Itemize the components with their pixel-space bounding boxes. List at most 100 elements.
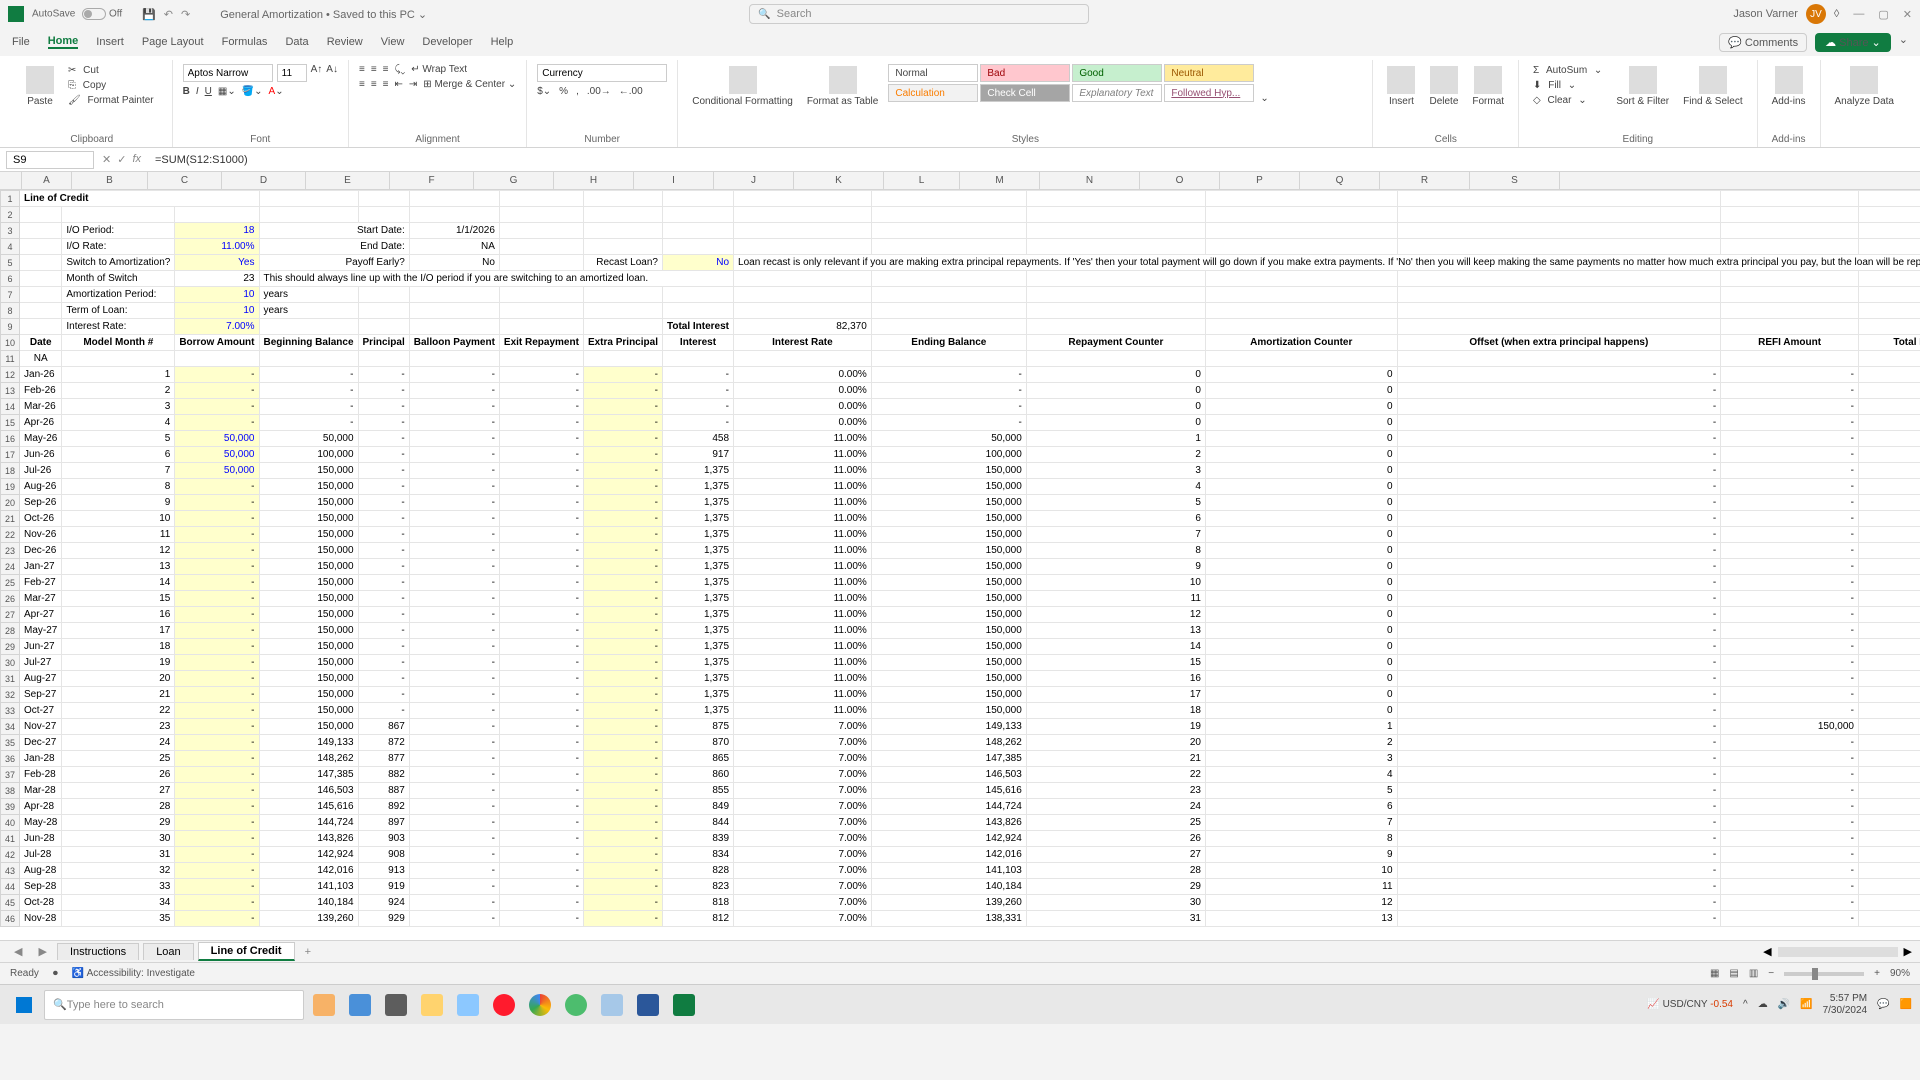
taskbar-word[interactable] — [632, 989, 664, 1021]
style-neutral[interactable]: Neutral — [1164, 64, 1254, 82]
qat-undo-icon[interactable]: ↶ — [164, 8, 173, 21]
border-button[interactable]: ▦⌄ — [218, 86, 236, 97]
accessibility-status[interactable]: ♿ Accessibility: Investigate — [72, 968, 195, 979]
taskbar-app-2[interactable] — [344, 989, 376, 1021]
user-name[interactable]: Jason Varner — [1733, 8, 1798, 20]
style-bad[interactable]: Bad — [980, 64, 1070, 82]
format-painter-button[interactable]: 🖌 Format Painter — [64, 94, 162, 107]
tab-data[interactable]: Data — [285, 36, 308, 48]
percent-format-icon[interactable]: % — [559, 86, 568, 97]
hscroll-left-icon[interactable]: ◀ — [1763, 945, 1771, 958]
taskbar-excel[interactable] — [668, 989, 700, 1021]
decrease-indent-icon[interactable]: ⇤ — [395, 79, 403, 90]
wrap-text-button[interactable]: ↵ Wrap Text — [411, 64, 467, 75]
comma-format-icon[interactable]: , — [576, 86, 579, 97]
tray-ticker[interactable]: 📈 USD/CNY -0.54 — [1647, 999, 1733, 1010]
collapse-ribbon-icon[interactable]: ⌄ — [1899, 33, 1908, 52]
clear-button[interactable]: ◇ Clear ⌄ — [1529, 94, 1606, 107]
align-right-icon[interactable]: ≡ — [383, 79, 389, 90]
hscroll-right-icon[interactable]: ▶ — [1904, 945, 1912, 958]
tab-insert[interactable]: Insert — [96, 36, 124, 48]
style-followed-hyperlink[interactable]: Followed Hyp... — [1164, 84, 1254, 102]
accounting-format-icon[interactable]: $⌄ — [537, 86, 551, 97]
new-sheet-icon[interactable]: + — [299, 946, 317, 958]
start-button[interactable] — [8, 989, 40, 1021]
analyze-data-button[interactable]: Analyze Data — [1831, 64, 1898, 109]
user-avatar[interactable]: JV — [1806, 4, 1826, 24]
italic-button[interactable]: I — [196, 86, 199, 97]
view-page-break-icon[interactable]: ▥ — [1749, 968, 1758, 979]
style-normal[interactable]: Normal — [888, 64, 978, 82]
view-normal-icon[interactable]: ▦ — [1710, 968, 1719, 979]
taskbar-app-3[interactable] — [380, 989, 412, 1021]
autosave-toggle[interactable] — [82, 8, 106, 20]
align-left-icon[interactable]: ≡ — [359, 79, 365, 90]
style-check-cell[interactable]: Check Cell — [980, 84, 1070, 102]
taskbar-app-8[interactable] — [560, 989, 592, 1021]
addins-button[interactable]: Add-ins — [1768, 64, 1810, 109]
taskbar-file-explorer[interactable] — [416, 989, 448, 1021]
comments-button[interactable]: 💬 Comments — [1719, 33, 1807, 52]
ribbon-display-icon[interactable]: ◊ — [1834, 8, 1839, 20]
font-name-select[interactable] — [183, 64, 273, 82]
font-color-button[interactable]: A⌄ — [269, 86, 284, 97]
increase-indent-icon[interactable]: ⇥ — [409, 79, 417, 90]
fill-color-button[interactable]: 🪣⌄ — [242, 86, 263, 97]
tab-page-layout[interactable]: Page Layout — [142, 36, 204, 48]
tab-view[interactable]: View — [381, 36, 405, 48]
style-explanatory[interactable]: Explanatory Text — [1072, 84, 1162, 102]
underline-button[interactable]: U — [205, 86, 212, 97]
tab-file[interactable]: File — [12, 36, 30, 48]
decrease-font-icon[interactable]: A↓ — [326, 64, 338, 82]
worksheet-table[interactable]: 1Line of Credit23I/O Period:18Start Date… — [0, 190, 1920, 927]
minimize-icon[interactable]: — — [1853, 8, 1864, 21]
align-center-icon[interactable]: ≡ — [371, 79, 377, 90]
zoom-level[interactable]: 90% — [1890, 968, 1910, 979]
sheet-tab-instructions[interactable]: Instructions — [57, 943, 139, 960]
taskbar-app-1[interactable] — [308, 989, 340, 1021]
format-as-table-button[interactable]: Format as Table — [803, 64, 883, 109]
taskbar-opera[interactable] — [488, 989, 520, 1021]
align-top-icon[interactable]: ≡ — [359, 64, 365, 75]
qat-save-icon[interactable]: 💾 — [142, 8, 156, 21]
format-cells-button[interactable]: Format — [1468, 64, 1508, 109]
styles-more-icon[interactable]: ⌄ — [1260, 93, 1268, 104]
tab-review[interactable]: Review — [327, 36, 363, 48]
close-icon[interactable]: ✕ — [1903, 8, 1912, 21]
sheet-tab-loan[interactable]: Loan — [143, 943, 193, 960]
document-name[interactable]: General Amortization • Saved to this PC … — [220, 8, 427, 21]
decrease-decimal-icon[interactable]: ←.00 — [619, 86, 643, 97]
tray-chevron-icon[interactable]: ^ — [1743, 999, 1748, 1010]
paste-button[interactable]: Paste — [22, 64, 58, 109]
zoom-slider[interactable] — [1784, 972, 1864, 976]
macro-record-icon[interactable]: ⏺ — [53, 968, 58, 979]
sheet-tab-line-of-credit[interactable]: Line of Credit — [198, 942, 295, 961]
maximize-icon[interactable]: ▢ — [1878, 8, 1888, 21]
tray-volume-icon[interactable]: 🔊 — [1778, 999, 1790, 1010]
share-button[interactable]: ☁ Share ⌄ — [1815, 33, 1891, 52]
bold-button[interactable]: B — [183, 86, 190, 97]
cancel-formula-icon[interactable]: ✕ — [102, 153, 111, 166]
tray-network-icon[interactable]: 📶 — [1800, 999, 1812, 1010]
find-select-button[interactable]: Find & Select — [1679, 64, 1746, 109]
horizontal-scrollbar[interactable] — [1778, 947, 1898, 957]
style-calculation[interactable]: Calculation — [888, 84, 978, 102]
fx-icon[interactable]: fx — [132, 153, 141, 166]
number-format-select[interactable] — [537, 64, 667, 82]
taskbar-chrome[interactable] — [524, 989, 556, 1021]
worksheet-grid[interactable]: ABCDEFGHIJKLMNOPQRS 1Line of Credit23I/O… — [0, 172, 1920, 940]
sort-filter-button[interactable]: Sort & Filter — [1612, 64, 1673, 109]
tray-clock[interactable]: 5:57 PM7/30/2024 — [1823, 993, 1868, 1017]
tab-help[interactable]: Help — [491, 36, 514, 48]
taskbar-app-5[interactable] — [452, 989, 484, 1021]
tab-developer[interactable]: Developer — [422, 36, 472, 48]
view-page-layout-icon[interactable]: ▤ — [1729, 968, 1738, 979]
taskbar-app-9[interactable] — [596, 989, 628, 1021]
sheet-nav-prev-icon[interactable]: ◀ — [8, 945, 28, 958]
orientation-icon[interactable]: ⤹⌄ — [395, 64, 406, 75]
qat-redo-icon[interactable]: ↷ — [181, 8, 190, 21]
conditional-formatting-button[interactable]: Conditional Formatting — [688, 64, 797, 109]
tray-cloud-icon[interactable]: ☁ — [1758, 999, 1768, 1010]
tray-app-icon[interactable]: 🟧 — [1900, 999, 1912, 1010]
align-bottom-icon[interactable]: ≡ — [383, 64, 389, 75]
